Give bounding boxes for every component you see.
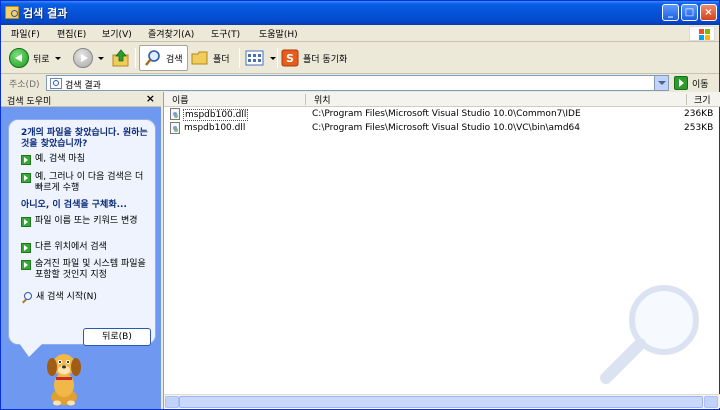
minimize-button[interactable]: _ bbox=[662, 4, 679, 21]
up-folder-button[interactable] bbox=[111, 45, 131, 71]
svg-text:S: S bbox=[286, 52, 294, 65]
search-pane-header: 검색 도우미 × bbox=[1, 92, 161, 107]
column-divider[interactable] bbox=[686, 94, 687, 105]
go-button[interactable]: 이동 bbox=[674, 76, 709, 90]
search-button[interactable]: 검색 bbox=[139, 45, 188, 71]
magnifier-watermark-icon bbox=[600, 285, 699, 384]
scroll-left-button[interactable] bbox=[165, 396, 179, 408]
go-label: 이동 bbox=[692, 79, 709, 90]
search-folder-icon bbox=[50, 78, 62, 89]
window-title: 검색 결과 bbox=[23, 7, 68, 20]
green-arrow-icon bbox=[21, 260, 31, 270]
search-pane: 2개의 파일을 찾았습니다. 원하는 것을 찾았습니까? 예, 검색 마침 예,… bbox=[1, 107, 161, 409]
file-name: mspdb100.dll bbox=[184, 123, 246, 133]
chevron-down-icon[interactable] bbox=[98, 56, 104, 60]
new-search-label: 새 검색 시작(N) bbox=[36, 292, 97, 302]
windows-logo-icon bbox=[689, 26, 715, 41]
green-arrow-icon bbox=[21, 217, 31, 227]
menu-edit[interactable]: 편집(E) bbox=[57, 27, 86, 40]
column-location[interactable]: 위치 bbox=[314, 93, 331, 106]
address-value: 검색 결과 bbox=[65, 81, 101, 91]
address-input[interactable]: 검색 결과 bbox=[46, 75, 669, 91]
menu-help[interactable]: 도움말(H) bbox=[259, 27, 298, 40]
explorer-window: 검색 결과 _ □ × 파일(F) 편집(E) 보기(V) 즐겨찾기(A) 도구… bbox=[0, 0, 720, 410]
forward-arrow-icon bbox=[73, 48, 93, 68]
file-size: 253KB bbox=[684, 123, 714, 133]
back-button[interactable]: 뒤로(B) bbox=[83, 328, 151, 346]
search-icon bbox=[21, 292, 33, 304]
chevron-down-icon[interactable] bbox=[270, 56, 276, 60]
option-label: 파일 이름 또는 키워드 변경 bbox=[35, 216, 138, 226]
menu-tools[interactable]: 도구(T) bbox=[211, 27, 240, 40]
new-search-link[interactable]: 새 검색 시작(N) bbox=[21, 292, 153, 304]
maximize-button[interactable]: □ bbox=[681, 4, 698, 21]
option-change-filename[interactable]: 파일 이름 또는 키워드 변경 bbox=[21, 216, 153, 227]
toolbar-separator bbox=[239, 48, 240, 68]
up-folder-icon bbox=[112, 49, 129, 67]
folder-sync-label: 폴더 동기화 bbox=[303, 54, 348, 65]
column-size[interactable]: 크기 bbox=[694, 93, 711, 106]
back-button[interactable]: 뒤로 bbox=[9, 45, 61, 71]
search-assistant-bubble: 2개의 파일을 찾았습니다. 원하는 것을 찾았습니까? 예, 검색 마침 예,… bbox=[8, 119, 156, 346]
chevron-down-icon[interactable] bbox=[54, 56, 61, 60]
back-arrow-icon bbox=[9, 48, 29, 68]
option-other-location[interactable]: 다른 위치에서 검색 bbox=[21, 242, 153, 253]
refine-headline: 아니오, 이 검색을 구체화... bbox=[21, 200, 127, 210]
search-label: 검색 bbox=[166, 54, 183, 65]
option-finish-search[interactable]: 예, 검색 마침 bbox=[21, 154, 153, 165]
back-label: 뒤로 bbox=[33, 54, 50, 65]
close-icon[interactable]: × bbox=[146, 92, 155, 105]
forward-button[interactable] bbox=[73, 45, 104, 71]
green-arrow-icon bbox=[21, 243, 31, 253]
folders-label: 폴더 bbox=[213, 54, 230, 65]
file-location: C:\Program Files\Microsoft Visual Studio… bbox=[312, 109, 581, 119]
search-pane-title: 검색 도우미 bbox=[7, 97, 52, 107]
title-bar[interactable]: 검색 결과 _ □ × bbox=[1, 1, 719, 25]
search-folder-icon bbox=[5, 6, 19, 19]
file-location: C:\Program Files\Microsoft Visual Studio… bbox=[312, 123, 580, 133]
address-dropdown-button[interactable] bbox=[654, 76, 668, 90]
option-hidden-system-files[interactable]: 숨겨진 파일 및 시스템 파일을 포함할 것인지 지정 bbox=[21, 259, 153, 281]
folder-icon bbox=[191, 51, 208, 65]
option-faster-next-search[interactable]: 예, 그러나 이 다음 검색은 더 빠르게 수행 bbox=[21, 172, 153, 194]
sync-icon: S bbox=[281, 49, 299, 67]
horizontal-scrollbar[interactable] bbox=[164, 394, 720, 408]
option-label: 예, 검색 마침 bbox=[35, 154, 85, 164]
go-arrow-icon bbox=[674, 76, 688, 90]
toolbar-separator bbox=[277, 48, 278, 68]
menu-view[interactable]: 보기(V) bbox=[102, 27, 132, 40]
option-label: 다른 위치에서 검색 bbox=[35, 242, 107, 252]
table-row[interactable]: mspdb100.dll C:\Program Files\Microsoft … bbox=[164, 122, 720, 135]
folders-button[interactable]: 폴더 bbox=[191, 45, 230, 71]
search-icon bbox=[145, 50, 160, 66]
menu-favorites[interactable]: 즐겨찾기(A) bbox=[148, 27, 194, 40]
results-headline: 2개의 파일을 찾았습니다. 원하는 것을 찾았습니까? bbox=[21, 128, 148, 149]
address-bar: 주소(D) 검색 결과 이동 bbox=[1, 74, 719, 92]
file-name: mspdb100.dll bbox=[183, 109, 249, 121]
column-header: 이름 위치 크기 bbox=[164, 92, 720, 107]
views-button[interactable] bbox=[245, 45, 276, 71]
menu-file[interactable]: 파일(F) bbox=[11, 27, 40, 40]
column-divider[interactable] bbox=[305, 94, 306, 105]
file-size: 236KB bbox=[684, 109, 714, 119]
close-button[interactable]: × bbox=[700, 4, 717, 21]
column-name[interactable]: 이름 bbox=[172, 93, 189, 106]
results-list: 이름 위치 크기 mspdb100.dll C:\Program Files\M… bbox=[163, 92, 720, 409]
option-label: 숨겨진 파일 및 시스템 파일을 포함할 것인지 지정 bbox=[35, 259, 146, 280]
scroll-thumb[interactable] bbox=[179, 396, 703, 408]
toolbar-separator bbox=[135, 48, 136, 68]
scroll-right-button[interactable] bbox=[704, 396, 718, 408]
toolbar: 뒤로 검색 폴더 S 폴더 동기화 bbox=[1, 42, 719, 74]
folder-sync-button[interactable]: S 폴더 동기화 bbox=[281, 45, 347, 71]
views-grid-icon bbox=[245, 50, 264, 66]
option-label: 예, 그러나 이 다음 검색은 더 빠르게 수행 bbox=[35, 172, 144, 193]
dll-file-icon bbox=[170, 108, 180, 120]
green-arrow-icon bbox=[21, 173, 31, 183]
search-dog-icon bbox=[47, 354, 81, 406]
table-row[interactable]: mspdb100.dll C:\Program Files\Microsoft … bbox=[164, 108, 720, 121]
address-label: 주소(D) bbox=[9, 80, 40, 90]
menu-bar: 파일(F) 편집(E) 보기(V) 즐겨찾기(A) 도구(T) 도움말(H) bbox=[1, 25, 719, 42]
green-arrow-icon bbox=[21, 155, 31, 165]
dll-file-icon bbox=[170, 122, 180, 134]
